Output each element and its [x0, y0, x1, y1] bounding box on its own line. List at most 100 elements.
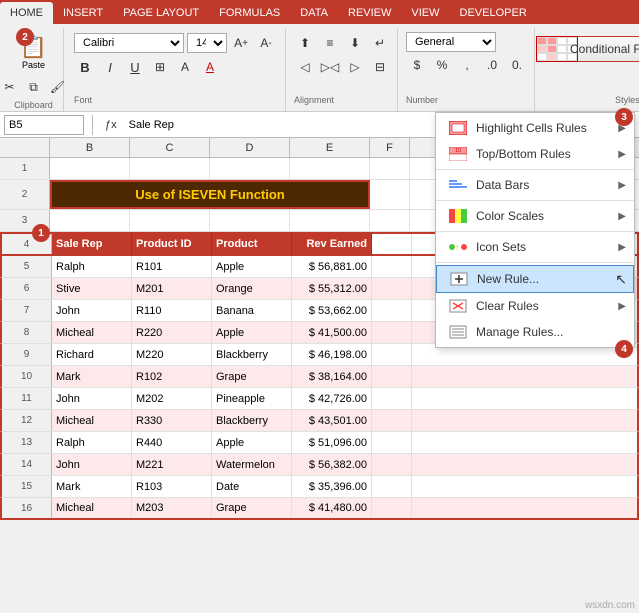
underline-button[interactable]: U: [124, 56, 146, 78]
cell-product-id[interactable]: R440: [132, 432, 212, 453]
menu-item-icon-sets[interactable]: ! Icon Sets ▶: [436, 234, 634, 260]
copy-button[interactable]: ⧉: [23, 76, 45, 98]
tab-developer[interactable]: DEVELOPER: [450, 2, 537, 24]
font-color-button[interactable]: A: [199, 56, 221, 78]
cell-product[interactable]: Apple: [212, 432, 292, 453]
cell-product[interactable]: Watermelon: [212, 454, 292, 475]
cell-f-10[interactable]: [372, 366, 412, 387]
cell-product-id[interactable]: M221: [132, 454, 212, 475]
cell-rev[interactable]: $ 55,312.00: [292, 278, 372, 299]
bold-button[interactable]: B: [74, 56, 96, 78]
tab-home[interactable]: HOME: [0, 2, 53, 24]
cell-sale-rep[interactable]: Richard: [52, 344, 132, 365]
cell-f4[interactable]: [372, 234, 412, 254]
cell-product[interactable]: Blackberry: [212, 344, 292, 365]
font-size-select[interactable]: 14: [187, 33, 227, 53]
cell-product[interactable]: Apple: [212, 322, 292, 343]
cell-sale-rep[interactable]: Mark: [52, 366, 132, 387]
cell-product-id[interactable]: R220: [132, 322, 212, 343]
cell-rev[interactable]: $ 56,881.00: [292, 256, 372, 277]
menu-item-manage-rules[interactable]: Manage Rules...: [436, 319, 634, 345]
cell-product[interactable]: Orange: [212, 278, 292, 299]
cell-product-id[interactable]: M220: [132, 344, 212, 365]
shrink-font-button[interactable]: A-: [255, 32, 277, 54]
menu-item-color-scales[interactable]: Color Scales ▶: [436, 203, 634, 229]
cell-c1[interactable]: [130, 158, 210, 179]
header-sale-rep[interactable]: Sale Rep: [52, 234, 132, 254]
cell-e3[interactable]: [290, 210, 370, 231]
cell-b3[interactable]: [50, 210, 130, 231]
border-button[interactable]: ⊞: [149, 56, 171, 78]
cell-rev[interactable]: $ 53,662.00: [292, 300, 372, 321]
cell-c3[interactable]: [130, 210, 210, 231]
comma-button[interactable]: ,: [456, 54, 478, 76]
tab-data[interactable]: DATA: [290, 2, 338, 24]
cell-f-9[interactable]: [372, 344, 412, 365]
cell-rev[interactable]: $ 41,480.00: [292, 498, 372, 518]
col-header-b[interactable]: B: [50, 138, 130, 157]
header-product-id[interactable]: Product ID: [132, 234, 212, 254]
cell-product[interactable]: Grape: [212, 498, 292, 518]
conditional-formatting-button[interactable]: Conditional Formatting ▾: [539, 36, 639, 62]
cell-sale-rep[interactable]: John: [52, 454, 132, 475]
tab-review[interactable]: REVIEW: [338, 2, 401, 24]
cell-f-6[interactable]: [372, 278, 412, 299]
cell-sale-rep[interactable]: Ralph: [52, 256, 132, 277]
cell-sale-rep[interactable]: John: [52, 300, 132, 321]
grow-font-button[interactable]: A+: [230, 32, 252, 54]
cell-rev[interactable]: $ 42,726.00: [292, 388, 372, 409]
tab-page-layout[interactable]: PAGE LAYOUT: [113, 2, 209, 24]
cell-product[interactable]: Date: [212, 476, 292, 497]
menu-item-top-bottom[interactable]: 10 Top/Bottom Rules ▶: [436, 141, 634, 167]
cell-f-16[interactable]: [372, 498, 412, 518]
cell-rev[interactable]: $ 56,382.00: [292, 454, 372, 475]
align-left-button[interactable]: ◁: [294, 56, 316, 78]
cell-f-12[interactable]: [372, 410, 412, 431]
dollar-button[interactable]: $: [406, 54, 428, 76]
cell-e1[interactable]: [290, 158, 370, 179]
cell-sale-rep[interactable]: Micheal: [52, 322, 132, 343]
cell-sale-rep[interactable]: Stive: [52, 278, 132, 299]
align-middle-button[interactable]: ≡: [319, 32, 341, 54]
cell-product[interactable]: Grape: [212, 366, 292, 387]
header-product[interactable]: Product: [212, 234, 292, 254]
cell-f-5[interactable]: [372, 256, 412, 277]
cell-product-id[interactable]: R101: [132, 256, 212, 277]
italic-button[interactable]: I: [99, 56, 121, 78]
cell-rev[interactable]: $ 51,096.00: [292, 432, 372, 453]
cell-product[interactable]: Pineapple: [212, 388, 292, 409]
cell-rev[interactable]: $ 35,396.00: [292, 476, 372, 497]
cell-product-id[interactable]: M202: [132, 388, 212, 409]
cut-button[interactable]: ✂: [0, 76, 21, 98]
cell-product-id[interactable]: R110: [132, 300, 212, 321]
percent-button[interactable]: %: [431, 54, 453, 76]
cell-rev[interactable]: $ 38,164.00: [292, 366, 372, 387]
cell-sale-rep[interactable]: Ralph: [52, 432, 132, 453]
menu-item-highlight[interactable]: Highlight Cells Rules ▶: [436, 115, 634, 141]
cell-f1[interactable]: [370, 158, 410, 179]
cell-f-8[interactable]: [372, 322, 412, 343]
col-header-e[interactable]: E: [290, 138, 370, 157]
col-header-f[interactable]: F: [370, 138, 410, 157]
menu-item-clear-rules[interactable]: Clear Rules ▶: [436, 293, 634, 319]
cell-f-11[interactable]: [372, 388, 412, 409]
font-name-select[interactable]: Calibri: [74, 33, 184, 53]
menu-item-data-bars[interactable]: Data Bars ▶: [436, 172, 634, 198]
cell-product-id[interactable]: M203: [132, 498, 212, 518]
cell-product[interactable]: Banana: [212, 300, 292, 321]
tab-insert[interactable]: INSERT: [53, 2, 113, 24]
cell-f-13[interactable]: [372, 432, 412, 453]
header-rev-earned[interactable]: Rev Earned: [292, 234, 372, 254]
cell-product-id[interactable]: R102: [132, 366, 212, 387]
cell-product-id[interactable]: R330: [132, 410, 212, 431]
align-right-button[interactable]: ▷: [344, 56, 366, 78]
cell-b1[interactable]: [50, 158, 130, 179]
wrap-text-button[interactable]: ↵: [369, 32, 391, 54]
fill-color-button[interactable]: A: [174, 56, 196, 78]
cell-rev[interactable]: $ 46,198.00: [292, 344, 372, 365]
increase-decimal-button[interactable]: .0: [481, 54, 503, 76]
col-header-c[interactable]: C: [130, 138, 210, 157]
cell-sale-rep[interactable]: Micheal: [52, 498, 132, 518]
col-header-d[interactable]: D: [210, 138, 290, 157]
cell-sale-rep[interactable]: Micheal: [52, 410, 132, 431]
